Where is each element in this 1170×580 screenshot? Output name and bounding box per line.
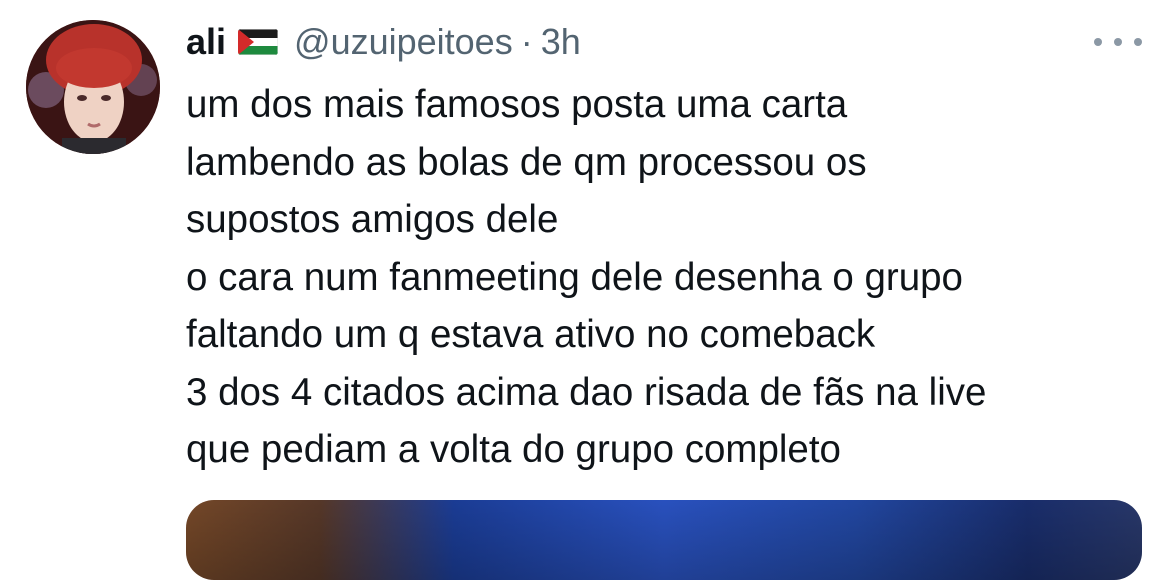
tweet-text-line: 3 dos 4 citados acima dao risada de fãs … xyxy=(186,370,987,414)
tweet-text-line: faltando um q estava ativo no comeback xyxy=(186,313,876,356)
avatar[interactable] xyxy=(26,20,160,154)
tweet-text-line: supostos amigos dele xyxy=(186,198,559,241)
tweet-text-line: um dos mais famosos posta uma carta xyxy=(186,83,848,126)
tweet-text: um dos mais famosos posta uma carta lamb… xyxy=(186,76,1146,479)
tweet-media-image[interactable] xyxy=(186,500,1142,580)
separator-dot: · xyxy=(520,21,533,62)
more-options-icon[interactable] xyxy=(1094,30,1142,54)
tweet-header: ali @uzuipeitoes · 3h xyxy=(186,16,581,68)
media-overlay xyxy=(186,500,1142,580)
tweet-text-line: que pediam a volta do grupo completo xyxy=(186,428,841,471)
palestine-flag-icon xyxy=(238,29,279,55)
more-dot xyxy=(1094,38,1102,46)
tweet-text-line: o cara num fanmeeting dele desenha o gru… xyxy=(186,255,963,299)
more-dot xyxy=(1134,38,1142,46)
display-name[interactable]: ali xyxy=(186,21,226,63)
tweet-text-line: lambendo as bolas de qm processou os xyxy=(186,140,867,184)
avatar-image xyxy=(26,20,160,154)
user-handle[interactable]: @uzuipeitoes xyxy=(294,21,513,63)
tweet[interactable]: ali @uzuipeitoes · 3h um dos mais famoso… xyxy=(0,0,1170,580)
more-dot xyxy=(1114,38,1122,46)
timestamp[interactable]: 3h xyxy=(541,21,581,63)
